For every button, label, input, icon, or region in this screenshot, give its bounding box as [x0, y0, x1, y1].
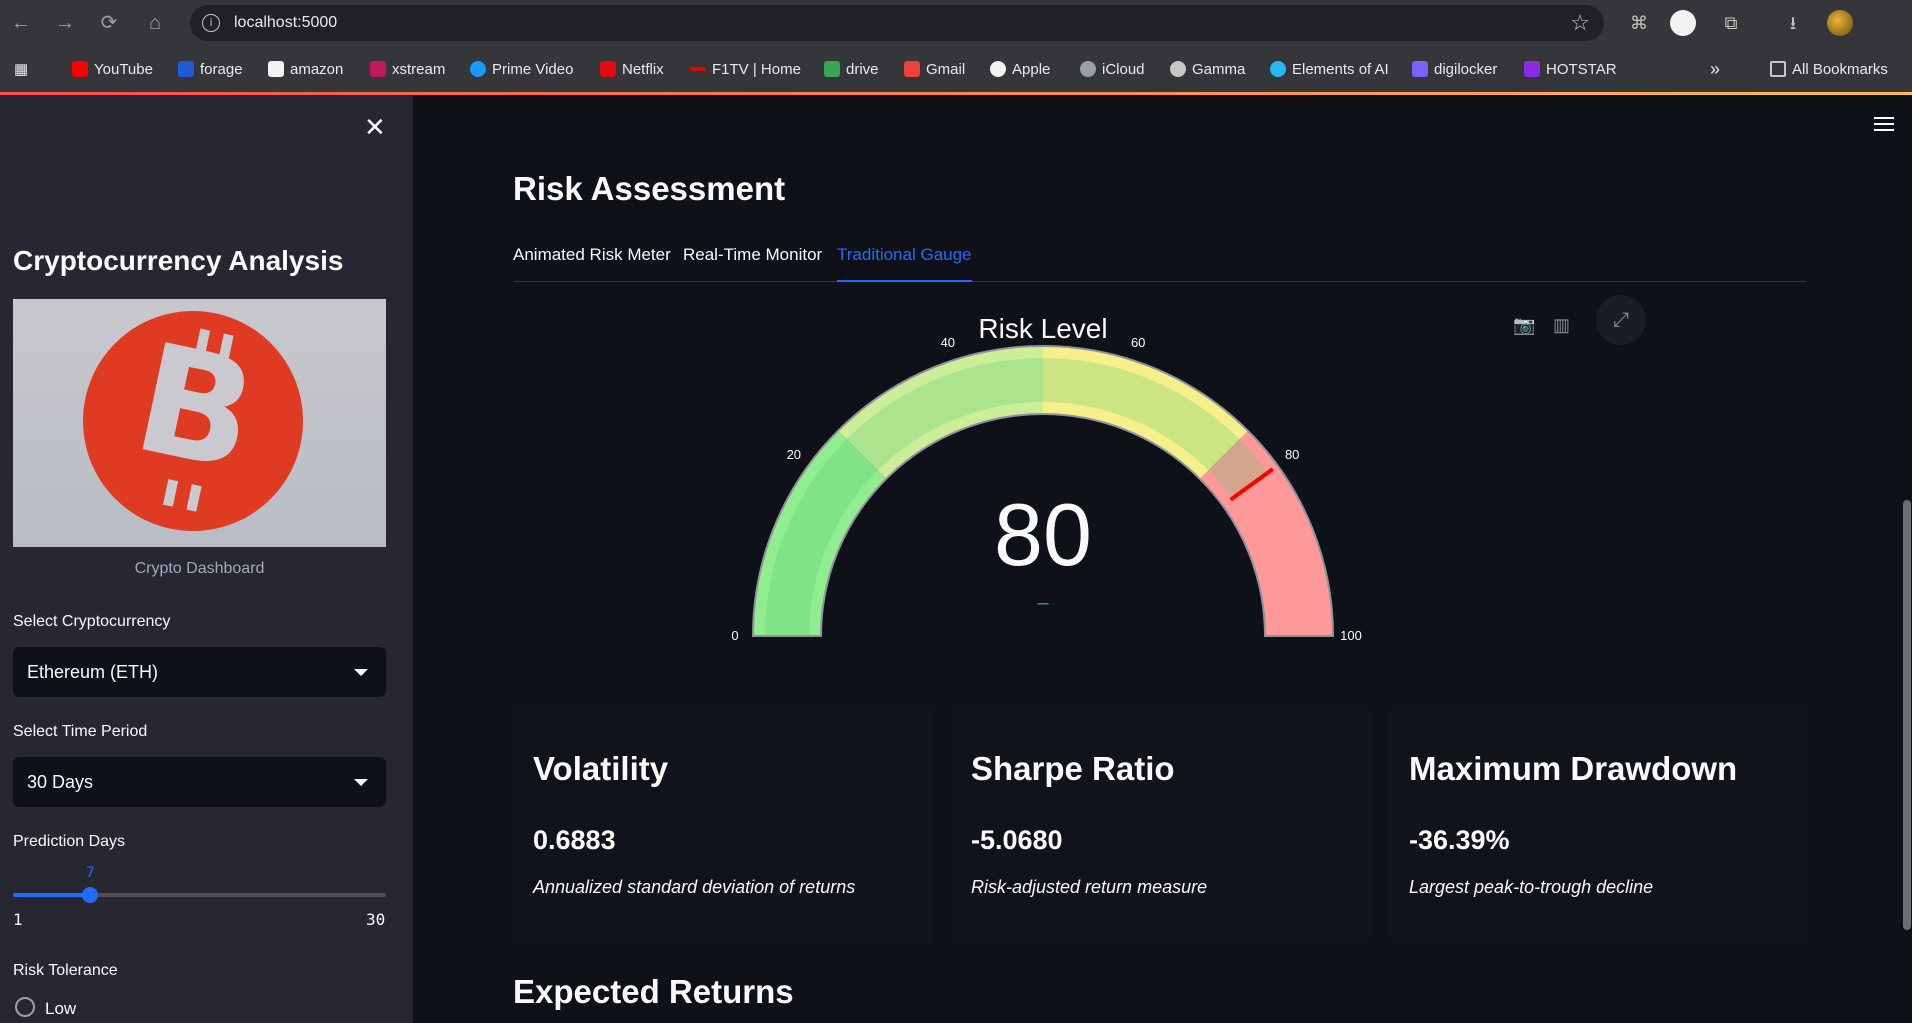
risk-low-label[interactable]: Low [45, 999, 76, 1019]
metric-value: -5.0680 [971, 825, 1063, 855]
bitcoin-logo-image: B [13, 299, 386, 547]
camera-icon[interactable]: 📷 [1513, 315, 1535, 336]
bookmark-drive[interactable]: drive [824, 59, 879, 79]
profile-avatar[interactable] [1827, 10, 1853, 36]
metric-card-sharpe: Sharpe Ratio -5.0680 Risk-adjusted retur… [951, 705, 1371, 945]
bookmark-prime-video[interactable]: Prime Video [470, 59, 573, 79]
extensions-puzzle-icon[interactable]: ⧉ [1718, 10, 1744, 36]
reload-icon[interactable]: ⟳ [94, 8, 124, 38]
apps-grid-icon[interactable]: ▦ [14, 59, 28, 79]
bookmark-forage[interactable]: forage [178, 59, 243, 79]
metric-title: Sharpe Ratio [971, 750, 1175, 787]
page-title: Risk Assessment [513, 170, 786, 207]
browser-chrome: ← → ⟳ ⌂ i localhost:5000 ☆ ⌘ ⧉ ⭳ ▦ YouTu… [0, 0, 1912, 95]
bookmark-f1tv[interactable]: F1TV | Home [690, 59, 801, 79]
extension-circle-icon[interactable] [1670, 10, 1696, 36]
gauge-tick-label: 100 [1340, 628, 1362, 643]
period-select[interactable]: 30 Days [13, 757, 386, 807]
download-icon[interactable]: ⭳ [1780, 10, 1806, 36]
bookmark-star-icon[interactable]: ☆ [1570, 10, 1590, 36]
prediction-days-value: 7 [86, 865, 95, 881]
bookmark-gamma[interactable]: Gamma [1170, 59, 1245, 79]
risk-low-radio[interactable] [15, 997, 35, 1017]
slider-fill [13, 893, 91, 897]
metric-title: Maximum Drawdown [1409, 750, 1738, 787]
address-bar[interactable]: i localhost:5000 ☆ [190, 5, 1604, 41]
metric-description: Risk-adjusted return measure [971, 877, 1208, 897]
metric-description: Largest peak-to-trough decline [1409, 877, 1654, 897]
bookmark-apple[interactable]: Apple [990, 59, 1050, 79]
browser-toolbar: ← → ⟳ ⌂ i localhost:5000 ☆ ⌘ ⧉ ⭳ [0, 0, 1912, 46]
metric-value: 0.6883 [533, 825, 616, 855]
bookmark-hotstar[interactable]: HOTSTAR [1524, 59, 1617, 79]
sidebar-title: Cryptocurrency Analysis [13, 245, 344, 276]
site-info-icon[interactable]: i [202, 14, 220, 32]
prediction-days-label: Prediction Days [13, 833, 126, 850]
extension-command-icon[interactable]: ⌘ [1626, 10, 1652, 36]
menu-icon[interactable] [1874, 117, 1894, 135]
tab-animated-risk-meter[interactable]: Animated Risk Meter [513, 245, 671, 282]
fullscreen-icon[interactable]: ⤢ [1596, 295, 1646, 345]
crypto-select[interactable]: Ethereum (ETH) [13, 647, 386, 697]
expected-returns-heading: Expected Returns [513, 973, 794, 1010]
bookmark-icloud[interactable]: iCloud [1080, 59, 1145, 79]
period-select-label: Select Time Period [13, 723, 148, 740]
bookmarks-bar: ▦ YouTube forage amazon xstream Prime Vi… [0, 46, 1912, 92]
forward-icon[interactable]: → [50, 8, 80, 38]
gauge-title: Risk Level [978, 313, 1108, 344]
plotly-logo-icon[interactable]: ▥ [1553, 315, 1570, 336]
bookmark-amazon[interactable]: amazon [268, 59, 343, 79]
scrollbar[interactable] [1903, 500, 1911, 930]
bookmark-youtube[interactable]: YouTube [72, 59, 153, 79]
bookmark-netflix[interactable]: Netflix [600, 59, 664, 79]
bookmark-digilocker[interactable]: digilocker [1412, 59, 1497, 79]
chevron-down-icon [354, 669, 368, 676]
crypto-select-value: Ethereum (ETH) [27, 662, 159, 682]
period-select-value: 30 Days [27, 772, 94, 792]
slider-max-label: 30 [366, 910, 386, 929]
bookmark-elements-of-ai[interactable]: Elements of AI [1270, 59, 1389, 79]
slider-thumb[interactable] [82, 887, 99, 903]
home-icon[interactable]: ⌂ [140, 8, 170, 38]
metric-description: Annualized standard deviation of returns [533, 877, 856, 897]
close-sidebar-icon[interactable]: ✕ [364, 113, 386, 143]
risk-tolerance-label: Risk Tolerance [13, 962, 118, 979]
tab-real-time-monitor[interactable]: Real-Time Monitor [683, 245, 822, 282]
bookmark-gmail[interactable]: Gmail [904, 59, 965, 79]
gauge-tick-label: 0 [731, 628, 738, 643]
metric-title: Volatility [533, 750, 669, 787]
gauge-chart: Risk Level 📷 ▥ ⤢ 0 20 40 60 80 100 80– [513, 295, 1807, 675]
tab-traditional-gauge[interactable]: Traditional Gauge [837, 245, 972, 282]
bookmarks-overflow-icon[interactable]: » [1710, 59, 1720, 79]
prediction-days-slider[interactable] [13, 893, 386, 897]
metric-card-volatility: Volatility 0.6883 Annualized standard de… [513, 705, 933, 945]
main-content: Risk Assessment Animated Risk Meter Real… [413, 95, 1912, 1023]
chevron-down-icon [354, 779, 368, 786]
gauge-tick-label: 20 [787, 447, 801, 462]
sidebar: ✕ Cryptocurrency Analysis B Crypto Dashb… [0, 95, 413, 1023]
crypto-select-label: Select Cryptocurrency [13, 613, 171, 630]
slider-min-label: 1 [13, 910, 23, 929]
metric-value: -36.39% [1409, 825, 1510, 855]
gauge-tick-label: 80 [1285, 447, 1299, 462]
gauge-value: 80 [994, 485, 1092, 584]
url-text[interactable]: localhost:5000 [234, 14, 337, 32]
metric-card-drawdown: Maximum Drawdown -36.39% Largest peak-to… [1389, 705, 1809, 945]
image-caption: Crypto Dashboard [134, 560, 265, 577]
back-icon[interactable]: ← [6, 8, 36, 38]
bookmark-xstream[interactable]: xstream [370, 59, 445, 79]
all-bookmarks-folder[interactable]: All Bookmarks [1770, 59, 1888, 79]
gauge-delta: – [1037, 592, 1049, 614]
gauge-svg: 02040 608010080– [731, 335, 1362, 643]
tab-bar: Animated Risk Meter Real-Time Monitor Tr… [513, 245, 1807, 282]
